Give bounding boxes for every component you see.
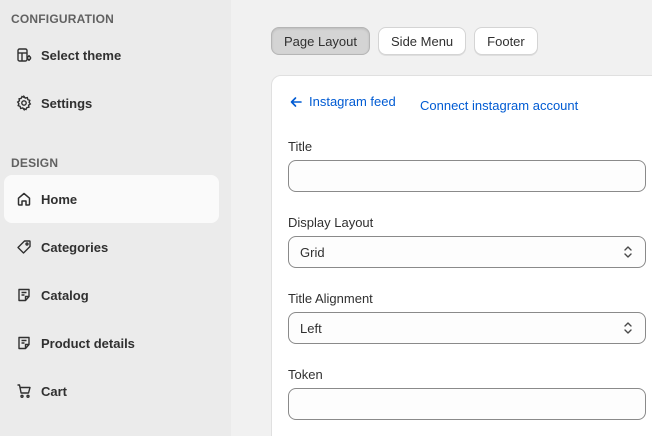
sidebar-item-label: Cart <box>41 383 68 399</box>
token-label: Token <box>288 367 323 382</box>
back-link-label: Instagram feed <box>309 94 396 109</box>
title-alignment-label: Title Alignment <box>288 291 373 306</box>
design-heading: DESIGN <box>11 156 59 170</box>
sidebar-item-label: Settings <box>41 95 93 111</box>
arrow-left-icon <box>290 96 302 107</box>
sidebar-item-home[interactable]: Home <box>4 175 219 223</box>
display-layout-select[interactable]: Grid <box>288 236 646 268</box>
sidebar-item-label: Categories <box>41 239 109 255</box>
token-input[interactable] <box>288 388 646 420</box>
sidebar-item-product-details[interactable]: Product details <box>4 319 219 367</box>
sidebar-item-label: Home <box>41 191 78 207</box>
tab-page-layout[interactable]: Page Layout <box>271 27 371 55</box>
sidebar-item-label: Product details <box>41 335 135 351</box>
gear-icon <box>16 95 32 111</box>
title-input[interactable] <box>288 160 646 192</box>
sidebar-item-settings[interactable]: Settings <box>4 79 219 127</box>
chevron-up-down-icon <box>622 244 634 260</box>
title-label: Title <box>288 139 313 154</box>
sidebar-item-categories[interactable]: Categories <box>4 223 219 271</box>
sidebar-item-label: Select theme <box>41 47 122 63</box>
sidebar-item-select-theme[interactable]: Select theme <box>4 31 219 79</box>
back-link-instagram-feed[interactable]: Instagram feed <box>289 94 396 109</box>
theme-icon <box>16 47 32 63</box>
home-icon <box>16 191 32 207</box>
cart-icon <box>16 383 32 399</box>
note-icon <box>16 335 32 351</box>
sidebar-item-label: Catalog <box>41 287 89 303</box>
select-value: Left <box>300 320 322 336</box>
main-content: Page Layout Side Menu Footer Instagram f… <box>231 0 652 436</box>
tab-bar: Page Layout Side Menu Footer <box>271 27 538 55</box>
sidebar-item-catalog[interactable]: Catalog <box>4 271 219 319</box>
select-value: Grid <box>300 244 325 260</box>
chevron-up-down-icon <box>622 320 634 336</box>
title-alignment-select[interactable]: Left <box>288 312 646 344</box>
tab-footer[interactable]: Footer <box>474 27 538 55</box>
settings-card: Instagram feed Connect instagram account… <box>271 75 652 436</box>
note-icon <box>16 287 32 303</box>
tag-icon <box>16 239 32 255</box>
connect-instagram-link[interactable]: Connect instagram account <box>420 98 578 113</box>
display-layout-label: Display Layout <box>288 215 374 230</box>
sidebar-item-cart[interactable]: Cart <box>4 367 219 415</box>
sidebar: CONFIGURATION Select theme Settings DESI… <box>0 0 231 436</box>
configuration-heading: CONFIGURATION <box>11 12 115 26</box>
tab-side-menu[interactable]: Side Menu <box>378 27 467 55</box>
